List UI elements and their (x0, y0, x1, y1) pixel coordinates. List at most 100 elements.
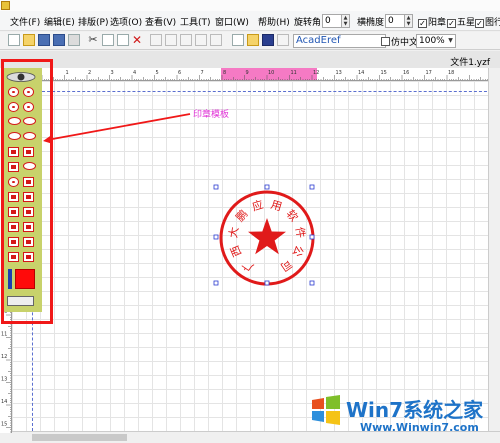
highlight-box (1, 59, 53, 324)
zoom-select[interactable]: 100% ▼ (416, 34, 456, 48)
seal-char: 司 (278, 257, 294, 274)
selection-handle-icon[interactable] (213, 280, 219, 286)
seal-char: 件 (293, 226, 308, 239)
selection-handle-icon[interactable] (264, 280, 270, 286)
seal-char: 广 (240, 257, 256, 274)
ruler-tick-label: 15 (381, 70, 387, 76)
ruler-tick-label: 14 (1, 399, 7, 405)
chevron-down-icon: ▼ (448, 37, 453, 44)
selection-handle-icon[interactable] (309, 184, 315, 190)
align-bottom-icon[interactable] (210, 34, 222, 46)
image-icon[interactable] (232, 34, 244, 46)
ruler-tick-label: 13 (336, 70, 342, 76)
ruler-tick-label: 9 (246, 70, 249, 76)
save-as-icon[interactable] (53, 34, 65, 46)
seal-char: 软 (284, 207, 302, 225)
menu-layout[interactable]: 排版(P) (78, 15, 108, 28)
paste-icon[interactable] (117, 34, 129, 46)
ruler-tick-label: 10 (268, 70, 274, 76)
menu-options[interactable]: 选项(O) (110, 15, 142, 28)
check-icon: ✓ (418, 19, 427, 28)
ruler-top-ticks: 1 2 3 4 5 6 7 8 9 10 11 12 13 14 15 16 17 18 (41, 70, 499, 80)
document-tab[interactable]: 文件1.yzf (450, 55, 490, 68)
ruler-tick-label: 18 (448, 70, 454, 76)
selection-handle-icon[interactable] (309, 234, 315, 240)
delete-icon[interactable]: ✕ (131, 34, 143, 46)
checkbox-empty-icon (381, 37, 390, 46)
cut-icon[interactable]: ✂ (87, 34, 99, 46)
design-canvas[interactable]: 广西大鹏应用软件公司 (12, 81, 500, 431)
menu-tools[interactable]: 工具(T) (180, 15, 211, 28)
ruler-tick-label: 12 (1, 354, 7, 360)
menu-help[interactable]: 帮助(H) (258, 15, 290, 28)
seal-char: 大 (226, 226, 242, 239)
ruler-tick-label: 3 (111, 70, 114, 76)
align-top-icon[interactable] (195, 34, 207, 46)
checkbox-yang[interactable]: ✓ 阳章 (418, 15, 446, 28)
seal-char: 用 (269, 198, 283, 214)
ruler-tick-label: 2 (88, 70, 91, 76)
star-icon (248, 218, 286, 255)
seal-graphic[interactable]: 广西大鹏应 用软件公司 (207, 178, 327, 298)
new-file-icon[interactable] (8, 34, 20, 46)
ruler-tick-label: 8 (223, 70, 226, 76)
ruler-tick-label: 11 (291, 70, 297, 76)
toolbar: ✂ ✕ AcadEref 仿中文 100% ▼ (0, 32, 500, 50)
save-icon[interactable] (38, 34, 50, 46)
check-icon: ✓ (475, 19, 484, 28)
ruler-tick-label: 5 (156, 70, 159, 76)
checkbox-star[interactable]: ✓ 五星 (447, 15, 475, 28)
ruler-tick-label: 15 (1, 422, 7, 428)
checkbox-frame[interactable]: ✓ 图行 (475, 15, 500, 28)
selection-handle-icon[interactable] (213, 234, 219, 240)
menu-file[interactable]: 文件(F) (10, 15, 40, 28)
seal-char: 公 (290, 243, 306, 258)
check-icon: ✓ (447, 19, 456, 28)
watermark-title: Win7系统之家 (346, 398, 484, 422)
menu-edit[interactable]: 编辑(E) (44, 15, 75, 28)
menu-view[interactable]: 查看(V) (145, 15, 176, 28)
ruler-tick-label: 1 (66, 70, 69, 76)
ruler-tick-label: 14 (358, 70, 364, 76)
align-center-icon[interactable] (165, 34, 177, 46)
ruler-tick-label: 16 (403, 70, 409, 76)
aspect-input[interactable]: 0 ▲ ▼ (385, 14, 413, 28)
ruler-tick-label: 12 (313, 70, 319, 76)
aspect-label: 横椭度: (357, 18, 388, 28)
copy-icon[interactable] (102, 34, 114, 46)
rotate-input[interactable]: 0 ▲ ▼ (322, 14, 350, 28)
app-icon (1, 1, 10, 10)
document-tab-bar: 文件1.yzf (0, 51, 500, 68)
grid-icon[interactable] (277, 34, 289, 46)
ruler-tick-label: 4 (133, 70, 136, 76)
aspect-spinner[interactable]: ▲ ▼ (404, 14, 413, 28)
menu-bar: 文件(F) 编辑(E) 排版(P) 选项(O) 查看(V) 工具(T) 窗口(W… (0, 11, 500, 31)
vertical-scrollbar[interactable] (488, 68, 500, 433)
windows-logo-icon (312, 395, 340, 425)
checkbox-chinese[interactable]: 仿中文 (381, 35, 418, 48)
scrollbar-thumb[interactable] (32, 434, 127, 441)
open-folder-icon[interactable] (23, 34, 35, 46)
ruler-tick-label: 11 (1, 332, 7, 338)
selection-handle-icon[interactable] (264, 184, 270, 190)
aspect-value: 0 (388, 16, 394, 26)
align-left-icon[interactable] (150, 34, 162, 46)
print-icon[interactable] (68, 34, 80, 46)
folder-icon[interactable] (247, 34, 259, 46)
word-icon[interactable] (262, 34, 274, 46)
selection-handle-icon[interactable] (309, 280, 315, 286)
seal-char: 应 (250, 197, 264, 214)
ruler-tick-label: 7 (201, 70, 204, 76)
font-select[interactable]: AcadEref (293, 34, 386, 48)
seal-char: 西 (228, 243, 244, 258)
menu-window[interactable]: 窗口(W) (215, 15, 249, 28)
title-bar (0, 0, 500, 11)
rotate-spinner[interactable]: ▲ ▼ (341, 14, 350, 28)
align-right-icon[interactable] (180, 34, 192, 46)
rotate-label: 旋转角: (294, 18, 325, 28)
seal-char: 鹏 (233, 207, 250, 224)
ruler-tick-label: 13 (1, 377, 7, 383)
selection-handle-icon[interactable] (213, 184, 219, 190)
ruler-tick-label: 6 (178, 70, 181, 76)
annotation-label: 印章模板 (193, 110, 230, 120)
